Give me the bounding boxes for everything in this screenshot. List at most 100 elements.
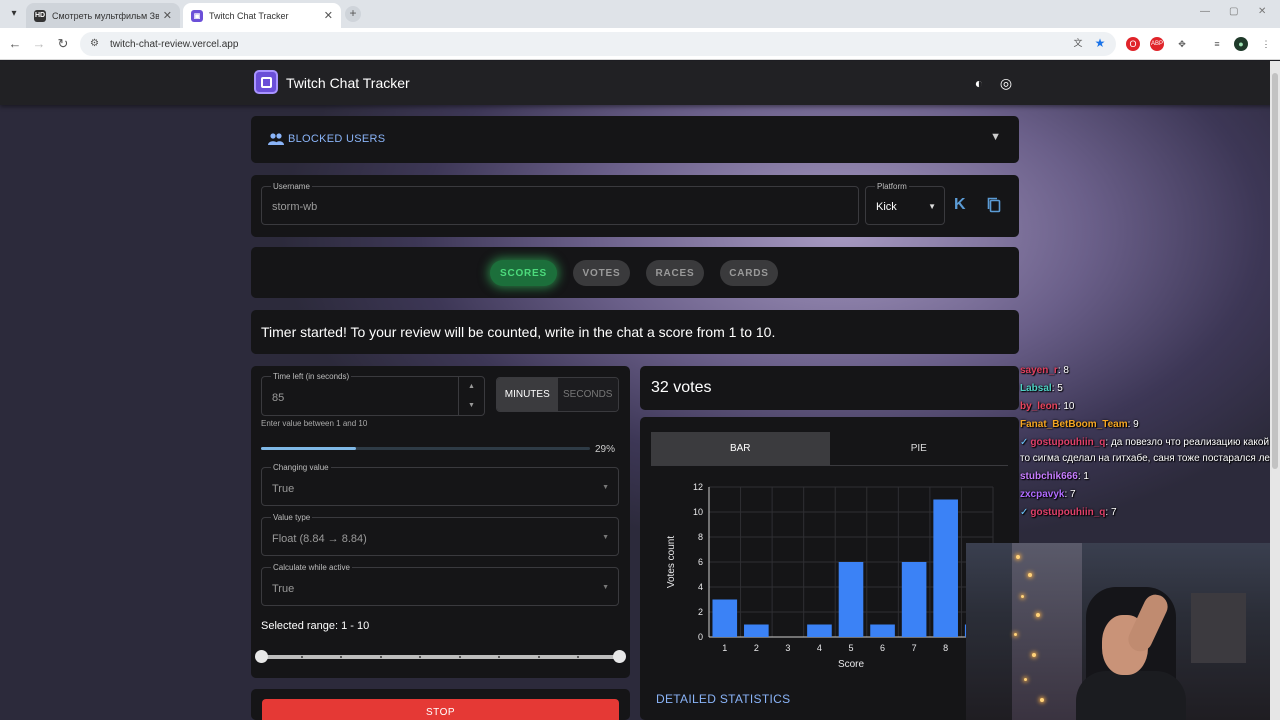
bar [901,562,927,637]
platform-select[interactable]: Platform Kick ▼ [865,182,945,225]
timer-message: Timer started! To your review will be co… [261,324,776,340]
timer-progress-bar [261,447,590,450]
mode-scores-button[interactable]: SCORES [490,260,557,286]
copy-icon[interactable] [987,197,1001,213]
stop-panel: STOP [251,689,630,720]
theme-toggle-icon[interactable]: ◐ [971,75,987,91]
range-slider-track[interactable] [261,655,619,659]
browser-menu-icon[interactable]: ⋮ [1259,37,1273,51]
range-slider-min-thumb[interactable] [255,650,268,663]
username-field[interactable]: Username storm-wb [261,182,859,225]
dropdown-caret-icon: ▼ [602,584,609,591]
votes-count-panel: 32 votes [640,366,1019,410]
value-type-select[interactable]: Value type Float (8.84 → 8.84) ▼ [261,513,619,556]
stream-chat-overlay: sayen_r: 8 Labsal: 5 by_leon: 10 Fanat_BetB… [1020,362,1280,522]
language-globe-icon[interactable]: ◎ [998,75,1014,91]
dropdown-caret-icon: ▼ [602,534,609,541]
verified-badge-icon: ✓ [1020,507,1029,518]
chat-username: gostupouhiin_q [1030,437,1106,448]
y-tick-label: 2 [698,607,703,617]
blocked-users-accordion[interactable]: BLOCKED USERS ▼ [251,116,1019,163]
changing-value-value: True [272,483,295,495]
mode-selector: SCORES VOTES RACES CARDS [251,247,1019,298]
minimize-icon[interactable]: — [1200,6,1210,17]
number-stepper[interactable]: ▲ ▼ [458,377,484,415]
chevron-down-icon[interactable]: ▼ [990,131,1001,143]
mode-votes-button[interactable]: VOTES [573,260,630,286]
votes-bar-chart: 024681012123456789ScoreVotes count [666,482,994,670]
scrollbar-thumb[interactable] [1272,73,1278,469]
chat-text: : 7 [1064,489,1076,500]
hd-favicon: HD [34,9,46,22]
calculate-while-active-select[interactable]: Calculate while active True ▼ [261,563,619,606]
adblock-extension-icon[interactable]: ABP [1150,37,1164,51]
timer-settings-panel: Time left (in seconds) 85 ▲ ▼ Enter valu… [251,366,630,678]
bar [712,599,738,637]
forward-icon[interactable]: → [31,36,47,52]
new-tab-button[interactable]: + [345,6,361,22]
extensions-puzzle-icon[interactable]: ✥ [1175,37,1189,51]
chat-message: sayen_r: 8 [1020,362,1280,380]
reload-icon[interactable]: ↻ [55,36,71,52]
platform-value: Kick [876,201,897,213]
dropdown-caret-icon: ▼ [928,202,936,211]
browser-tab-strip: ▾ HD Смотреть мультфильм Зверопо ✕ ▣ Twi… [0,0,1280,28]
tab-bar-chart[interactable]: BAR [651,432,830,465]
chat-text: : 9 [1127,419,1139,430]
reading-list-icon[interactable]: ≡ [1210,37,1224,51]
address-bar[interactable]: ⚙ twitch-chat-review.vercel.app [80,32,1116,56]
time-helper-text: Enter value between 1 and 10 [261,419,368,428]
bookmark-star-icon[interactable]: ★ [1093,36,1107,50]
users-icon [268,133,284,145]
selected-range-label: Selected range: 1 - 10 [261,620,370,632]
calc-active-label: Calculate while active [271,563,352,572]
site-info-icon[interactable]: ⚙ [90,38,102,50]
mode-cards-button[interactable]: CARDS [720,260,778,286]
mode-races-button[interactable]: RACES [646,260,704,286]
time-left-value: 85 [272,392,285,404]
chat-message: stubchik666: 1 [1020,468,1280,486]
time-left-input[interactable]: Time left (in seconds) 85 ▲ ▼ [261,372,485,416]
chat-username: sayen_r [1020,365,1058,376]
stop-button[interactable]: STOP [262,699,619,720]
back-icon[interactable]: ← [7,36,23,52]
chat-username: gostupouhiin_q [1030,507,1106,518]
changing-value-label: Changing value [271,463,331,472]
tab-search-chevron-icon[interactable]: ▾ [6,6,22,22]
detailed-statistics-link[interactable]: DETAILED STATISTICS [656,692,790,706]
translate-icon[interactable]: 文 [1071,36,1085,50]
chat-username: stubchik666 [1020,471,1078,482]
opera-extension-icon[interactable]: O [1126,37,1140,51]
increment-icon[interactable]: ▲ [459,377,484,396]
close-tab-icon[interactable]: ✕ [324,9,333,22]
x-tick-label: 2 [754,643,759,653]
kick-logo-icon[interactable]: K [954,197,970,213]
x-tick-label: 8 [943,643,948,653]
decrement-icon[interactable]: ▼ [459,396,484,415]
webcam-overlay [966,543,1280,720]
twitch-favicon: ▣ [191,9,203,22]
value-type-value: Float (8.84 → 8.84) [272,533,367,545]
chat-username: zxcpavyk [1020,489,1065,500]
x-tick-label: 4 [817,643,822,653]
tab-title: Смотреть мультфильм Зверопо [52,10,159,21]
minutes-toggle-button[interactable]: MINUTES [497,378,558,411]
username-label: Username [271,182,312,191]
x-axis-title: Score [838,659,865,670]
timer-status-banner: Timer started! To your review will be co… [251,310,1019,354]
chat-message: ✓ gostupouhiin_q: 7 [1020,504,1280,522]
url-text: twitch-chat-review.vercel.app [110,38,239,50]
range-slider-max-thumb[interactable] [613,650,626,663]
chart-panel: BAR PIE 024681012123456789ScoreVotes cou… [640,417,1019,720]
browser-tab-video[interactable]: HD Смотреть мультфильм Зверопо ✕ [26,3,180,28]
changing-value-select[interactable]: Changing value True ▼ [261,463,619,506]
close-tab-icon[interactable]: ✕ [163,9,172,22]
browser-tab-tracker[interactable]: ▣ Twitch Chat Tracker ✕ [183,3,341,28]
page-scrollbar[interactable] [1270,61,1280,720]
maximize-icon[interactable]: ▢ [1229,6,1238,17]
close-window-icon[interactable]: ✕ [1258,6,1266,17]
seconds-toggle-button[interactable]: SECONDS [557,378,618,411]
profile-avatar[interactable]: ● [1234,37,1248,51]
tab-pie-chart[interactable]: PIE [830,432,1009,465]
slider-tick [340,656,343,658]
